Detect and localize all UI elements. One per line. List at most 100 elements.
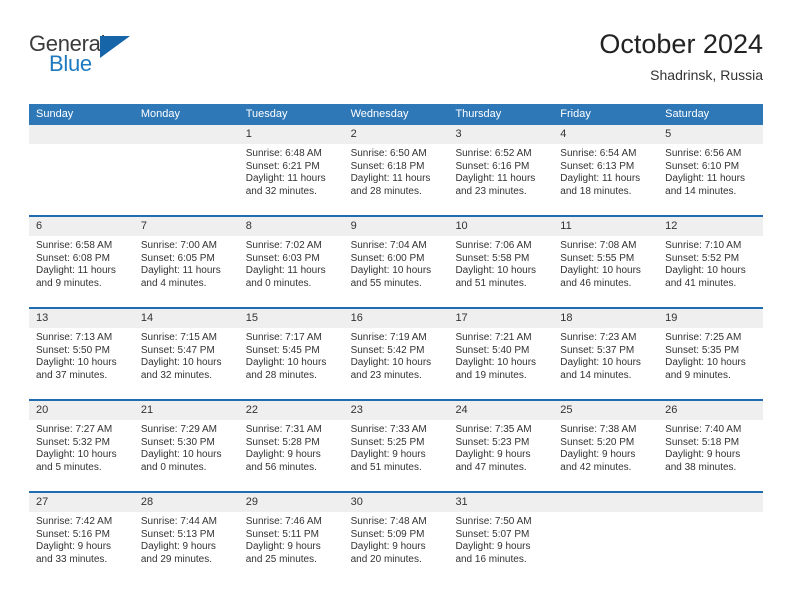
day-number[interactable] <box>29 125 134 144</box>
day-number[interactable]: 29 <box>239 493 344 512</box>
day-cell[interactable]: Sunrise: 7:35 AM Sunset: 5:23 PM Dayligh… <box>448 420 553 491</box>
day-cell[interactable]: Sunrise: 7:27 AM Sunset: 5:32 PM Dayligh… <box>29 420 134 491</box>
day-cell[interactable]: Sunrise: 7:44 AM Sunset: 5:13 PM Dayligh… <box>134 512 239 583</box>
day-cell[interactable]: Sunrise: 7:48 AM Sunset: 5:09 PM Dayligh… <box>344 512 449 583</box>
general-blue-logo[interactable]: General Blue <box>29 28 149 88</box>
day-cell[interactable]: Sunrise: 7:42 AM Sunset: 5:16 PM Dayligh… <box>29 512 134 583</box>
week-date-strip: 27 28 29 30 31 <box>29 493 763 512</box>
day-number[interactable]: 25 <box>553 401 658 420</box>
sunset-text: Sunset: 6:08 PM <box>36 252 110 264</box>
daylight-text-line2: and 0 minutes. <box>140 461 207 473</box>
day-cell[interactable] <box>134 144 239 215</box>
weekday-header-thursday: Thursday <box>455 108 502 120</box>
daylight-text-line2: and 55 minutes. <box>350 277 422 289</box>
day-number[interactable]: 12 <box>658 217 763 236</box>
daylight-text-line2: and 9 minutes. <box>36 277 102 289</box>
day-cell[interactable]: Sunrise: 7:04 AM Sunset: 6:00 PM Dayligh… <box>344 236 449 307</box>
day-cell[interactable]: Sunrise: 6:58 AM Sunset: 6:08 PM Dayligh… <box>29 236 134 307</box>
day-cell[interactable]: Sunrise: 7:31 AM Sunset: 5:28 PM Dayligh… <box>239 420 344 491</box>
week-row: 13 14 15 16 17 18 19 Sunrise: 7:13 AM Su… <box>29 307 763 399</box>
day-cell[interactable]: Sunrise: 7:40 AM Sunset: 5:18 PM Dayligh… <box>658 420 763 491</box>
day-number[interactable]: 4 <box>553 125 658 144</box>
day-number[interactable]: 7 <box>134 217 239 236</box>
daylight-text-line2: and 16 minutes. <box>455 553 527 565</box>
day-number[interactable]: 5 <box>658 125 763 144</box>
day-cell[interactable]: Sunrise: 7:10 AM Sunset: 5:52 PM Dayligh… <box>658 236 763 307</box>
day-number[interactable]: 11 <box>553 217 658 236</box>
day-number[interactable]: 22 <box>239 401 344 420</box>
day-cell[interactable]: Sunrise: 7:46 AM Sunset: 5:11 PM Dayligh… <box>239 512 344 583</box>
day-number[interactable] <box>134 125 239 144</box>
day-cell[interactable]: Sunrise: 7:06 AM Sunset: 5:58 PM Dayligh… <box>448 236 553 307</box>
sunrise-text: Sunrise: 7:38 AM <box>560 424 637 435</box>
day-cell[interactable]: Sunrise: 6:56 AM Sunset: 6:10 PM Dayligh… <box>658 144 763 215</box>
sunset-text: Sunset: 5:11 PM <box>245 528 319 540</box>
day-cell[interactable]: Sunrise: 7:25 AM Sunset: 5:35 PM Dayligh… <box>658 328 763 399</box>
sunset-text: Sunset: 5:07 PM <box>455 528 530 540</box>
day-number[interactable]: 10 <box>448 217 553 236</box>
day-number[interactable]: 8 <box>239 217 344 236</box>
day-cell[interactable]: Sunrise: 7:17 AM Sunset: 5:45 PM Dayligh… <box>239 328 344 399</box>
day-number[interactable]: 15 <box>239 309 344 328</box>
day-number[interactable]: 14 <box>134 309 239 328</box>
day-number[interactable]: 2 <box>344 125 449 144</box>
day-number[interactable]: 23 <box>344 401 449 420</box>
sunset-text: Sunset: 5:18 PM <box>665 436 740 448</box>
weekday-header-friday: Friday <box>560 108 591 120</box>
day-cell[interactable]: Sunrise: 7:13 AM Sunset: 5:50 PM Dayligh… <box>29 328 134 399</box>
day-number[interactable]: 18 <box>553 309 658 328</box>
day-number[interactable]: 30 <box>344 493 449 512</box>
day-cell[interactable]: Sunrise: 7:02 AM Sunset: 6:03 PM Dayligh… <box>239 236 344 307</box>
day-cell[interactable]: Sunrise: 7:21 AM Sunset: 5:40 PM Dayligh… <box>448 328 553 399</box>
day-number[interactable]: 21 <box>134 401 239 420</box>
daylight-text-line1: Daylight: 10 hours <box>140 449 222 461</box>
day-cell[interactable]: Sunrise: 6:50 AM Sunset: 6:18 PM Dayligh… <box>344 144 449 215</box>
day-number[interactable]: 3 <box>448 125 553 144</box>
day-cell[interactable] <box>29 144 134 215</box>
week-body: Sunrise: 6:58 AM Sunset: 6:08 PM Dayligh… <box>29 236 763 307</box>
day-number[interactable]: 24 <box>448 401 553 420</box>
day-cell[interactable]: Sunrise: 7:08 AM Sunset: 5:55 PM Dayligh… <box>553 236 658 307</box>
daylight-text-line1: Daylight: 10 hours <box>560 357 641 369</box>
day-number[interactable]: 16 <box>344 309 449 328</box>
day-cell[interactable]: Sunrise: 7:00 AM Sunset: 6:05 PM Dayligh… <box>134 236 239 307</box>
day-cell[interactable] <box>658 512 763 583</box>
sunrise-text: Sunrise: 7:46 AM <box>245 516 322 527</box>
sunrise-text: Sunrise: 7:06 AM <box>455 240 532 251</box>
day-cell[interactable]: Sunrise: 7:15 AM Sunset: 5:47 PM Dayligh… <box>134 328 239 399</box>
day-cell[interactable]: Sunrise: 7:33 AM Sunset: 5:25 PM Dayligh… <box>344 420 449 491</box>
day-number[interactable]: 28 <box>134 493 239 512</box>
sunset-text: Sunset: 6:03 PM <box>245 252 320 264</box>
sunrise-text: Sunrise: 7:00 AM <box>140 240 218 251</box>
day-number[interactable]: 31 <box>448 493 553 512</box>
daylight-text-line1: Daylight: 9 hours <box>560 449 636 461</box>
day-cell[interactable]: Sunrise: 6:52 AM Sunset: 6:16 PM Dayligh… <box>448 144 553 215</box>
day-number[interactable]: 27 <box>29 493 134 512</box>
day-cell[interactable]: Sunrise: 7:50 AM Sunset: 5:07 PM Dayligh… <box>448 512 553 583</box>
sunrise-text: Sunrise: 7:04 AM <box>350 240 427 251</box>
daylight-text-line1: Daylight: 10 hours <box>665 265 746 277</box>
daylight-text-line2: and 4 minutes. <box>140 277 207 289</box>
day-cell[interactable] <box>553 512 658 583</box>
sunrise-text: Sunrise: 7:17 AM <box>245 332 322 343</box>
sunset-text: Sunset: 5:42 PM <box>350 344 425 356</box>
week-body: Sunrise: 6:48 AM Sunset: 6:21 PM Dayligh… <box>29 144 763 215</box>
day-number[interactable]: 26 <box>658 401 763 420</box>
day-number[interactable]: 1 <box>239 125 344 144</box>
day-number[interactable] <box>658 493 763 512</box>
day-number[interactable]: 17 <box>448 309 553 328</box>
day-number[interactable]: 19 <box>658 309 763 328</box>
day-cell[interactable]: Sunrise: 7:29 AM Sunset: 5:30 PM Dayligh… <box>134 420 239 491</box>
day-cell[interactable]: Sunrise: 6:48 AM Sunset: 6:21 PM Dayligh… <box>239 144 344 215</box>
day-cell[interactable]: Sunrise: 6:54 AM Sunset: 6:13 PM Dayligh… <box>553 144 658 215</box>
day-number[interactable]: 6 <box>29 217 134 236</box>
day-cell[interactable]: Sunrise: 7:23 AM Sunset: 5:37 PM Dayligh… <box>553 328 658 399</box>
day-number[interactable]: 13 <box>29 309 134 328</box>
day-number[interactable]: 20 <box>29 401 134 420</box>
daylight-text-line1: Daylight: 11 hours <box>245 265 326 277</box>
day-number[interactable] <box>553 493 658 512</box>
day-cell[interactable]: Sunrise: 7:38 AM Sunset: 5:20 PM Dayligh… <box>553 420 658 491</box>
day-cell[interactable]: Sunrise: 7:19 AM Sunset: 5:42 PM Dayligh… <box>344 328 449 399</box>
day-number[interactable]: 9 <box>344 217 449 236</box>
sunset-text: Sunset: 5:20 PM <box>560 436 635 448</box>
